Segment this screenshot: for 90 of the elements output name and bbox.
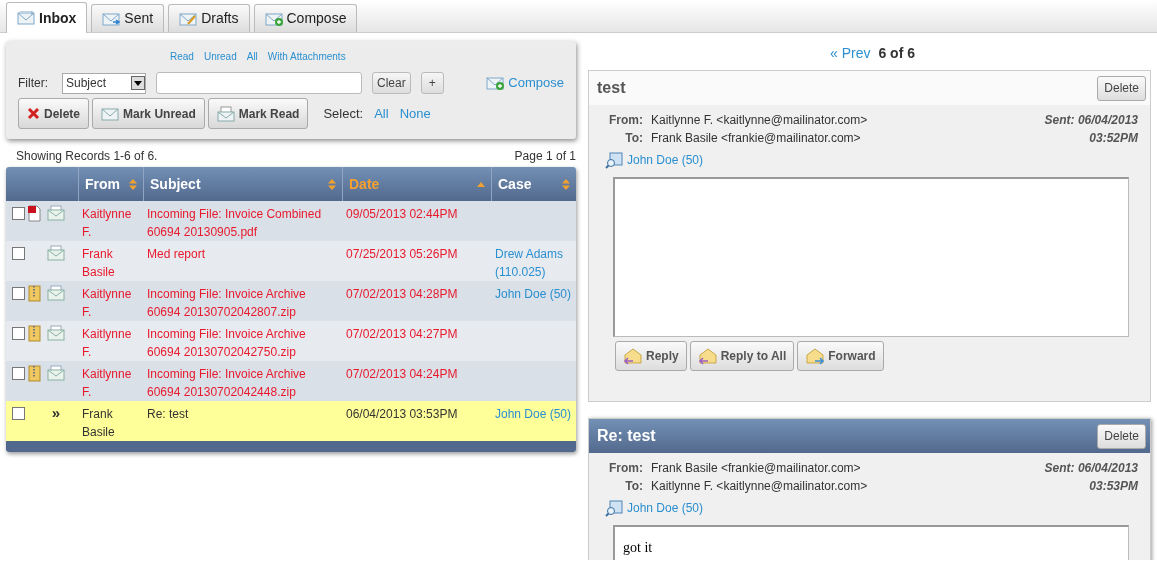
table-cell-text: 07/02/2013 04:27PM [345,326,459,343]
table-cell-text: Re: test [146,406,190,423]
table-cell-text: 06/04/2013 03:53PM [345,406,459,423]
reply-all-button[interactable]: Reply to All [689,341,795,371]
table-row[interactable]: Frank Basile Med report 07/25/2013 05:26PM Drew Adams (110.025) [6,241,576,281]
table-cell-text: 07/02/2013 04:24PM [345,366,459,383]
table-cell-text: 07/25/2013 05:26PM [345,246,459,263]
table-cell-text: Frank Basile [81,406,116,441]
table-cell-text: Kaitlynne F. [81,286,133,321]
table-cell-text: 09/05/2013 02:44PM [345,206,459,223]
table-cell-text: Med report [146,246,207,263]
delete-button[interactable]: Delete [1097,75,1146,101]
delete-button[interactable]: Delete [1097,423,1146,449]
case-link[interactable]: John Doe (50) [495,405,572,423]
case-link[interactable]: John Doe (50) [495,285,572,303]
address-text: Kaitlynne F. <kaitlynne@mailinator.com> [651,112,868,129]
table-cell-text: 07/02/2013 04:28PM [345,286,459,303]
table-cell-text: Kaitlynne F. [81,206,133,241]
case-link[interactable]: John Doe (50) [627,499,704,517]
page-position: 6 of 6 [878,44,915,63]
message-subject: test [597,78,626,98]
zip-icon [28,325,41,342]
case-icon [605,151,623,169]
table-cell-text: Kaitlynne F. [81,326,133,361]
prev-link[interactable]: « Prev [829,43,871,64]
filter-link[interactable]: All [246,49,258,64]
action-button[interactable]: Mark Unread [92,98,205,129]
table-row[interactable]: Kaitlynne F. Incoming File: Invoice Archive 60694 20130702042807.zip 07/02/2013 04:28PM John Doe (50) [6,281,576,321]
delete-button[interactable]: Delete [18,98,90,129]
tab[interactable]: Sent [91,4,165,32]
field-label: From: [608,460,643,477]
zip-icon [28,365,41,382]
sort-icon [477,181,485,187]
tab[interactable]: Drafts [168,4,250,32]
tab[interactable]: Inbox [6,2,88,33]
compose-link[interactable]: Compose [486,73,564,93]
pdf-icon [28,205,41,222]
case-link[interactable]: Drew Adams (110.025) [495,245,572,281]
table-row[interactable]: Kaitlynne F. Incoming File: Invoice Archive 60694 20130702042448.zip 07/02/2013 04:24PM [6,361,576,401]
checkbox[interactable] [12,367,25,380]
select-label: Select: [323,104,364,123]
message-body: got it [613,525,1129,560]
sent-date: Sent: 06/04/2013 03:53PM [1043,460,1138,495]
case-icon [605,499,623,517]
forward-button[interactable]: Forward [797,341,884,371]
tab[interactable]: Compose [253,4,358,32]
table-row[interactable]: » Frank Basile Re: test 06/04/2013 03:53PM John Doe (50) [6,401,576,441]
filter-link[interactable]: Unread [203,49,237,64]
sent-date: Sent: 06/04/2013 03:52PM [1043,112,1138,147]
table-row[interactable]: Kaitlynne F. Incoming File: Invoice Archive 60694 20130702042750.zip 07/02/2013 04:27PM [6,321,576,361]
current-marker: » [51,405,61,420]
reply-button[interactable]: Reply [615,341,687,371]
address-text: Frank Basile <frankie@mailinator.com> [651,130,861,147]
select-link[interactable]: All [374,103,389,124]
address-text: Kaitlynne F. <kaitlynne@mailinator.com> [651,478,868,495]
table-cell-text: Incoming File: Invoice Combined 60694 20130905.pdf [146,206,323,241]
message-subject: Re: test [597,426,656,446]
checkbox[interactable] [12,247,25,260]
search-field[interactable] [156,72,362,94]
case-link[interactable]: John Doe (50) [627,151,704,169]
filter-dropdown[interactable]: Subject [62,72,146,94]
records-info: Showing Records 1-6 of 6. [16,148,158,165]
field-label: From: [608,112,643,129]
address-text: Frank Basile <frankie@mailinator.com> [651,460,861,477]
filter-link[interactable]: Read [170,49,194,64]
clear-button[interactable]: Clear [372,72,411,94]
table-cell-text: Incoming File: Invoice Archive 60694 20130702042750.zip [146,326,307,361]
table-row[interactable]: Kaitlynne F. Incoming File: Invoice Combined 60694 20130905.pdf 09/05/2013 02:44PM [6,201,576,241]
zip-icon [28,285,41,302]
table-cell-text: Kaitlynne F. [81,366,133,401]
sort-icon [328,178,336,190]
checkbox[interactable] [12,407,25,420]
table-cell-text: Frank Basile [81,246,116,281]
field-label: To: [624,478,643,495]
filter-label: Filter: [18,75,48,92]
page-info: Page 1 of 1 [514,148,576,165]
delete-icon [27,107,40,120]
table-cell-text: Incoming File: Invoice Archive 60694 20130702042448.zip [146,366,307,401]
sort-icon [129,178,137,190]
checkbox[interactable] [12,207,25,220]
select-link[interactable]: None [399,103,431,124]
add-button[interactable]: + [420,72,444,94]
filter-link[interactable]: With Attachments [267,49,346,64]
sort-icon [562,178,570,190]
table-cell-text: Incoming File: Invoice Archive 60694 20130702042807.zip [146,286,307,321]
field-label: To: [624,130,643,147]
caret-icon [134,80,142,86]
checkbox[interactable] [12,287,25,300]
checkbox[interactable] [12,327,25,340]
action-button[interactable]: Mark Read [207,98,309,129]
